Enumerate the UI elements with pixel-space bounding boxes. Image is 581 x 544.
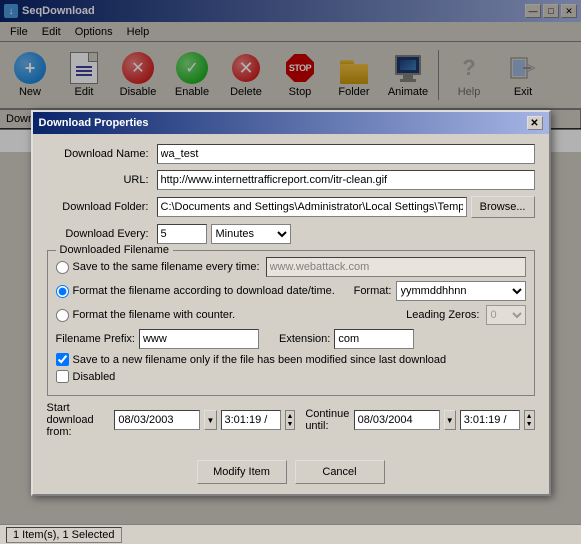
format-select[interactable]: yymmddhhnn yyyymmddhhnn mmddyy bbox=[396, 281, 526, 301]
url-input[interactable] bbox=[157, 170, 535, 190]
leading-zeros-label: Leading Zeros: bbox=[406, 309, 479, 321]
radio3-label: Format the filename with counter. bbox=[73, 309, 236, 321]
download-name-input[interactable] bbox=[157, 144, 535, 164]
url-label: URL: bbox=[47, 174, 157, 186]
dialog-body: Download Name: URL: Download Folder: Bro… bbox=[33, 134, 549, 454]
download-properties-dialog: Download Properties ✕ Download Name: URL… bbox=[31, 110, 551, 496]
radio-same-filename[interactable] bbox=[56, 261, 69, 274]
end-date-input[interactable] bbox=[354, 410, 440, 430]
radio2-label: Format the filename according to downloa… bbox=[73, 285, 335, 297]
dialog-title-bar: Download Properties ✕ bbox=[33, 112, 549, 134]
check2-label: Disabled bbox=[73, 371, 116, 383]
status-panel: 1 Item(s), 1 Selected bbox=[6, 527, 122, 543]
prefix-input[interactable] bbox=[139, 329, 259, 349]
prefix-ext-row: Filename Prefix: Extension: bbox=[56, 329, 526, 349]
radio-format-date[interactable] bbox=[56, 285, 69, 298]
datetime-row: Start download from: ▼ ▲▼ Continue until… bbox=[47, 402, 535, 438]
format-label: Format: bbox=[354, 285, 392, 297]
end-time-input[interactable] bbox=[460, 410, 520, 430]
start-date-dropdown[interactable]: ▼ bbox=[204, 410, 216, 430]
download-name-label: Download Name: bbox=[47, 148, 157, 160]
check1-label: Save to a new filename only if the file … bbox=[73, 354, 447, 366]
end-time-spin[interactable]: ▲▼ bbox=[524, 410, 535, 430]
modify-button[interactable]: Modify Item bbox=[197, 460, 287, 484]
download-name-row: Download Name: bbox=[47, 144, 535, 164]
filename-groupbox: Downloaded Filename Save to the same fil… bbox=[47, 250, 535, 396]
filename-group-title: Downloaded Filename bbox=[56, 244, 173, 256]
download-every-label: Download Every: bbox=[47, 228, 157, 240]
status-bar: 1 Item(s), 1 Selected bbox=[0, 524, 581, 544]
start-time-spin[interactable]: ▲▼ bbox=[285, 410, 296, 430]
end-date-dropdown[interactable]: ▼ bbox=[444, 410, 456, 430]
start-label: Start download from: bbox=[47, 402, 111, 438]
folder-label: Download Folder: bbox=[47, 201, 157, 213]
status-text: 1 Item(s), 1 Selected bbox=[13, 529, 115, 541]
download-every-num-input[interactable] bbox=[157, 224, 207, 244]
leading-zeros-select[interactable]: 0123 bbox=[486, 305, 526, 325]
disabled-checkbox[interactable] bbox=[56, 370, 69, 383]
cancel-button[interactable]: Cancel bbox=[295, 460, 385, 484]
radio3-row: Format the filename with counter. Leadin… bbox=[56, 305, 526, 325]
radio-counter[interactable] bbox=[56, 309, 69, 322]
ext-input[interactable] bbox=[334, 329, 414, 349]
ext-label: Extension: bbox=[279, 333, 330, 345]
dialog-close-button[interactable]: ✕ bbox=[527, 116, 543, 130]
folder-input[interactable] bbox=[157, 197, 467, 217]
start-date-input[interactable] bbox=[114, 410, 200, 430]
radio1-label: Save to the same filename every time: bbox=[73, 261, 260, 273]
check-modified-checkbox[interactable] bbox=[56, 353, 69, 366]
dialog-title-text: Download Properties bbox=[39, 117, 149, 129]
radio1-row: Save to the same filename every time: bbox=[56, 257, 526, 277]
dialog-footer: Modify Item Cancel bbox=[33, 454, 549, 494]
folder-row: Download Folder: Browse... bbox=[47, 196, 535, 218]
download-every-unit-select[interactable]: Minutes Hours Days bbox=[211, 224, 291, 244]
check1-row: Save to a new filename only if the file … bbox=[56, 353, 526, 366]
radio2-row: Format the filename according to downloa… bbox=[56, 281, 526, 301]
url-row: URL: bbox=[47, 170, 535, 190]
prefix-label: Filename Prefix: bbox=[56, 333, 135, 345]
radio2-section: Format the filename according to downloa… bbox=[56, 281, 526, 301]
same-filename-input[interactable] bbox=[266, 257, 526, 277]
browse-button[interactable]: Browse... bbox=[471, 196, 535, 218]
continue-label: Continue until: bbox=[305, 408, 349, 432]
modal-overlay: Download Properties ✕ Download Name: URL… bbox=[0, 0, 581, 544]
download-every-row: Download Every: Minutes Hours Days bbox=[47, 224, 535, 244]
check2-row: Disabled bbox=[56, 370, 526, 383]
start-time-input[interactable] bbox=[221, 410, 281, 430]
